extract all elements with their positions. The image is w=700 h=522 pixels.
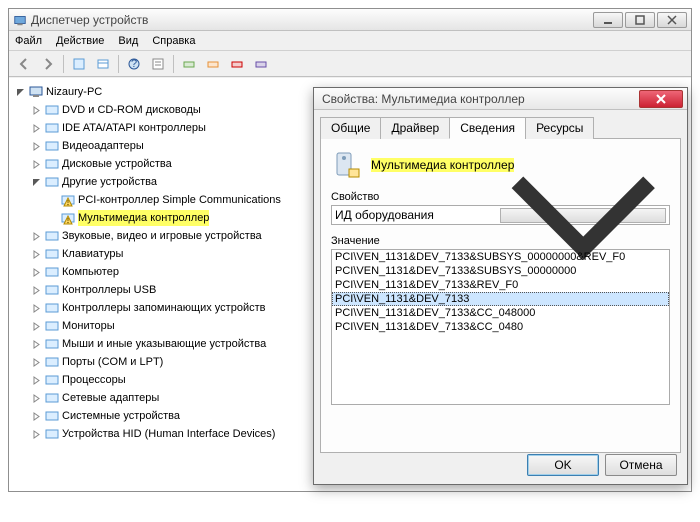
device-category-icon: [44, 120, 60, 136]
expand-icon[interactable]: [31, 123, 42, 134]
device-category-icon: [44, 408, 60, 424]
tree-label: Компьютер: [62, 264, 119, 280]
device-category-icon: [44, 336, 60, 352]
forward-button[interactable]: [37, 53, 59, 75]
device-category-icon: [44, 282, 60, 298]
tab-page-details: Мультимедиа контроллер Свойство ИД обору…: [320, 139, 681, 453]
device-category-icon: [44, 228, 60, 244]
device-category-icon: [44, 426, 60, 442]
menu-help[interactable]: Справка: [152, 35, 195, 47]
tree-label: Клавиатуры: [62, 246, 123, 262]
expand-icon[interactable]: [31, 375, 42, 386]
tree-label: Контроллеры запоминающих устройств: [62, 300, 265, 316]
tree-label: Мониторы: [62, 318, 115, 334]
tree-label: DVD и CD-ROM дисководы: [62, 102, 201, 118]
menu-action[interactable]: Действие: [56, 35, 104, 47]
menubar: Файл Действие Вид Справка: [9, 31, 691, 51]
help-button[interactable]: ?: [123, 53, 145, 75]
expand-icon[interactable]: [31, 267, 42, 278]
device-category-icon: [44, 174, 60, 190]
menu-file[interactable]: Файл: [15, 35, 42, 47]
device-category-icon: [44, 318, 60, 334]
tree-label: Звуковые, видео и игровые устройства: [62, 228, 262, 244]
tab-2[interactable]: Сведения: [449, 117, 526, 139]
toolbar: ?: [9, 51, 691, 77]
computer-icon: [28, 84, 44, 100]
properties-dialog: Свойства: Мультимедиа контроллер ОбщиеДр…: [313, 87, 688, 485]
expand-icon[interactable]: [31, 285, 42, 296]
toolbar-icon[interactable]: [92, 53, 114, 75]
ok-button[interactable]: OK: [527, 454, 599, 476]
expand-icon[interactable]: [31, 249, 42, 260]
warning-icon: [60, 210, 76, 226]
warning-icon: [60, 192, 76, 208]
expand-icon[interactable]: [31, 303, 42, 314]
tree-label: Видеоадаптеры: [62, 138, 144, 154]
list-item[interactable]: PCI\VEN_1131&DEV_7133&CC_048000: [332, 306, 669, 320]
tree-label: Мыши и иные указывающие устройства: [62, 336, 266, 352]
toolbar-icon[interactable]: [68, 53, 90, 75]
device-category-icon: [44, 102, 60, 118]
device-category-icon: [44, 246, 60, 262]
app-icon: [13, 13, 27, 27]
tree-label: Мультимедиа контроллер: [78, 210, 209, 226]
maximize-button[interactable]: [625, 12, 655, 28]
expand-icon[interactable]: [31, 159, 42, 170]
dialog-title: Свойства: Мультимедиа контроллер: [318, 92, 639, 106]
minimize-button[interactable]: [593, 12, 623, 28]
tree-label: Системные устройства: [62, 408, 180, 424]
expand-icon[interactable]: [31, 231, 42, 242]
tree-label: Сетевые адаптеры: [62, 390, 159, 406]
expand-icon[interactable]: [31, 357, 42, 368]
device-category-icon: [44, 390, 60, 406]
device-category-icon: [44, 372, 60, 388]
expand-icon[interactable]: [31, 339, 42, 350]
svg-text:?: ?: [131, 58, 137, 70]
scan-hardware-button[interactable]: [178, 53, 200, 75]
properties-button[interactable]: [147, 53, 169, 75]
tree-label: Процессоры: [62, 372, 126, 388]
property-combo[interactable]: ИД оборудования: [331, 205, 670, 225]
device-category-icon: [44, 138, 60, 154]
expand-icon[interactable]: [31, 321, 42, 332]
tree-label: IDE ATA/ATAPI контроллеры: [62, 120, 206, 136]
tree-label: Nizaury-PC: [46, 84, 102, 100]
device-category-icon: [44, 156, 60, 172]
property-combo-value: ИД оборудования: [335, 208, 500, 222]
expand-icon[interactable]: [31, 141, 42, 152]
toolbar-icon[interactable]: [250, 53, 272, 75]
tree-label: Устройства HID (Human Interface Devices): [62, 426, 275, 442]
tree-label: Порты (COM и LPT): [62, 354, 163, 370]
expand-icon[interactable]: [31, 411, 42, 422]
device-icon: [331, 149, 363, 181]
collapse-icon[interactable]: [31, 177, 42, 188]
update-driver-button[interactable]: [202, 53, 224, 75]
tree-label: Контроллеры USB: [62, 282, 156, 298]
expand-icon[interactable]: [31, 393, 42, 404]
tab-1[interactable]: Драйвер: [380, 117, 450, 139]
titlebar: Диспетчер устройств: [9, 9, 691, 31]
chevron-down-icon: [500, 208, 667, 223]
tree-label: Дисковые устройства: [62, 156, 172, 172]
close-button[interactable]: [657, 12, 687, 28]
tab-3[interactable]: Ресурсы: [525, 117, 594, 139]
dialog-titlebar: Свойства: Мультимедиа контроллер: [314, 88, 687, 110]
tree-label: PCI-контроллер Simple Communications: [78, 192, 281, 208]
expand-icon[interactable]: [31, 105, 42, 116]
device-name: Мультимедиа контроллер: [371, 158, 514, 172]
cancel-button[interactable]: Отмена: [605, 454, 677, 476]
device-category-icon: [44, 264, 60, 280]
device-category-icon: [44, 354, 60, 370]
list-item[interactable]: PCI\VEN_1131&DEV_7133&CC_0480: [332, 320, 669, 334]
dialog-close-button[interactable]: [639, 90, 683, 108]
tab-0[interactable]: Общие: [320, 117, 381, 139]
uninstall-button[interactable]: [226, 53, 248, 75]
list-item[interactable]: PCI\VEN_1131&DEV_7133&SUBSYS_00000000&RE…: [332, 250, 669, 264]
expand-icon[interactable]: [31, 429, 42, 440]
menu-view[interactable]: Вид: [118, 35, 138, 47]
back-button[interactable]: [13, 53, 35, 75]
device-category-icon: [44, 300, 60, 316]
window-title: Диспетчер устройств: [31, 13, 591, 27]
tree-label: Другие устройства: [62, 174, 157, 190]
